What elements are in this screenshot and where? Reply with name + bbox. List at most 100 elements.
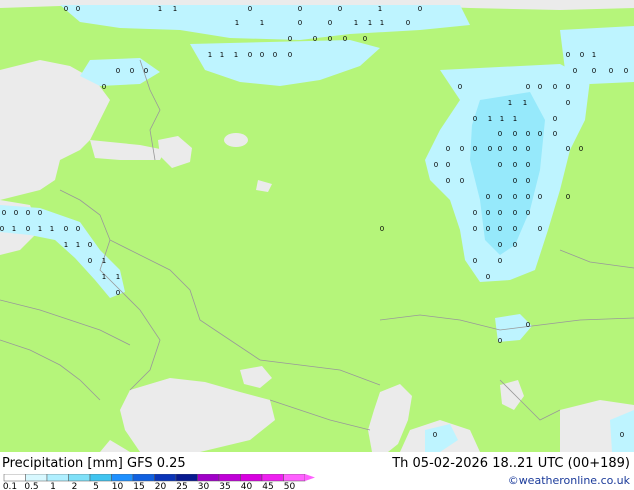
precip-marker: 0	[406, 19, 410, 27]
precip-marker: 1	[235, 19, 239, 27]
precip-marker: 0	[498, 257, 502, 265]
precip-marker: 0	[458, 83, 462, 91]
precip-marker: 0	[573, 67, 577, 75]
precip-marker: 0	[446, 145, 450, 153]
precip-marker: 0	[624, 67, 628, 75]
precip-marker: 0	[513, 145, 517, 153]
precip-marker: 1	[500, 115, 504, 123]
legend-label: 2	[72, 482, 78, 490]
precip-marker: 0	[26, 225, 30, 233]
precip-marker: 1	[208, 51, 212, 59]
precip-marker: 0	[526, 321, 530, 329]
legend-swatch	[68, 474, 91, 482]
precip-marker: 1	[488, 115, 492, 123]
precip-marker: 0	[446, 177, 450, 185]
precip-marker: 0	[566, 99, 570, 107]
precip-marker: 0	[609, 67, 613, 75]
precip-marker: 0	[64, 225, 68, 233]
precip-marker: 0	[566, 145, 570, 153]
precip-marker: 0	[273, 51, 277, 59]
precip-marker: 0	[566, 83, 570, 91]
precip-marker: 0	[620, 431, 624, 439]
precip-marker: 0	[116, 67, 120, 75]
legend-label: 25	[176, 482, 187, 490]
legend-swatch	[175, 474, 198, 482]
precip-marker: 0	[498, 209, 502, 217]
precip-marker: 0	[526, 83, 530, 91]
legend-swatch	[46, 474, 69, 482]
legend-swatch	[261, 474, 284, 482]
precip-marker: 0	[553, 115, 557, 123]
precip-marker: 0	[64, 5, 68, 13]
legend-label: 0.1	[3, 482, 17, 490]
precip-marker: 0	[498, 241, 502, 249]
lake-onega	[224, 133, 248, 147]
precip-marker: 0	[380, 225, 384, 233]
precip-marker: 0	[343, 35, 347, 43]
precip-marker: 1	[592, 51, 596, 59]
precip-marker: 0	[486, 209, 490, 217]
precip-marker: 0	[328, 35, 332, 43]
legend-label: 45	[262, 482, 273, 490]
precip-marker: 1	[76, 241, 80, 249]
precip-marker: 0	[538, 225, 542, 233]
legend-swatch	[25, 474, 48, 482]
precip-marker: 1	[116, 273, 120, 281]
legend-label: 5	[93, 482, 99, 490]
precip-marker: 1	[38, 225, 42, 233]
precip-marker: 0	[473, 225, 477, 233]
precip-marker: 0	[88, 257, 92, 265]
precip-marker: 0	[486, 225, 490, 233]
precip-marker: 1	[508, 99, 512, 107]
legend-swatch	[218, 474, 241, 482]
precip-marker: 0	[498, 130, 502, 138]
precip-marker: 0	[433, 431, 437, 439]
legend-label: 50	[284, 482, 296, 490]
precip-marker: 1	[102, 257, 106, 265]
precip-marker: 0	[0, 225, 4, 233]
precip-marker: 0	[144, 67, 148, 75]
precip-marker: 0	[513, 193, 517, 201]
precip-marker: 0	[498, 145, 502, 153]
precip-marker: 0	[579, 145, 583, 153]
legend-label: 10	[112, 482, 124, 490]
precip-marker: 1	[354, 19, 358, 27]
legend-swatch	[154, 474, 177, 482]
precip-marker: 1	[158, 5, 162, 13]
precip-marker: 1	[220, 51, 224, 59]
precip-marker: 0	[446, 161, 450, 169]
precip-marker: 0	[486, 193, 490, 201]
legend-swatch	[283, 474, 306, 482]
precip-marker: 0	[580, 51, 584, 59]
legend-swatch	[240, 474, 263, 482]
precip-marker: 0	[473, 209, 477, 217]
precip-marker: 0	[592, 67, 596, 75]
precip-marker: 1	[64, 241, 68, 249]
precip-marker: 0	[513, 161, 517, 169]
precip-marker: 0	[102, 83, 106, 91]
precip-marker: 0	[526, 161, 530, 169]
precip-marker: 1	[50, 225, 54, 233]
precip-marker: 0	[553, 130, 557, 138]
precip-marker: 0	[76, 225, 80, 233]
precip-marker: 0	[460, 145, 464, 153]
precip-marker: 1	[12, 225, 16, 233]
legend-swatch	[89, 474, 112, 482]
source-credit[interactable]: ©weatheronline.co.uk	[508, 474, 630, 487]
precip-marker: 1	[102, 273, 106, 281]
precip-marker: 0	[498, 337, 502, 345]
precip-marker: 0	[473, 115, 477, 123]
precip-marker: 0	[38, 209, 42, 217]
precip-marker: 0	[538, 193, 542, 201]
precip-marker: 1	[260, 19, 264, 27]
precipitation-map: 0 0 1 1 0 0 0 1 01 1 0 0 1 1 1 00 0 0 0 01 1 1 0 0 0 00 0 000 0 10 0 0 0…	[0, 0, 634, 452]
precip-marker: 0	[288, 35, 292, 43]
legend-label: 35	[219, 482, 230, 490]
precip-marker: 0	[88, 241, 92, 249]
precip-marker: 1	[513, 115, 517, 123]
precip-marker: 0	[418, 5, 422, 13]
precip-marker: 0	[248, 51, 252, 59]
precip-marker: 1	[234, 51, 238, 59]
precip-marker: 1	[378, 5, 382, 13]
precip-marker: 0	[513, 130, 517, 138]
